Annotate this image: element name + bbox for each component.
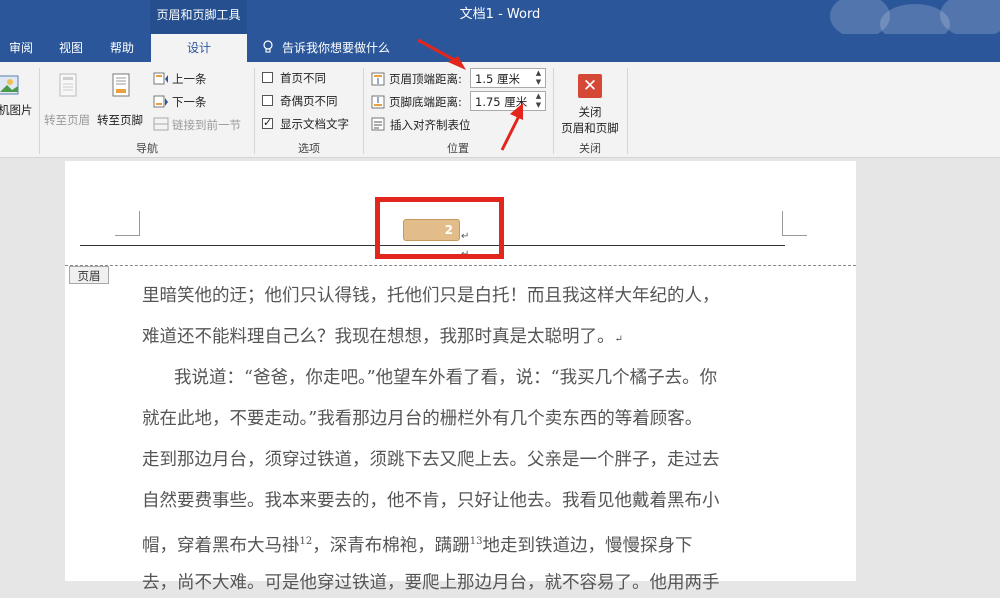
annotation-arrow-icon (417, 38, 466, 70)
annotation-arrow-icon (500, 103, 523, 151)
annotation-arrows (417, 38, 523, 151)
text-line: 去，尚不大难。可是他穿过铁道，要爬上那边月台，就不容易了。他用两手 (142, 573, 720, 593)
